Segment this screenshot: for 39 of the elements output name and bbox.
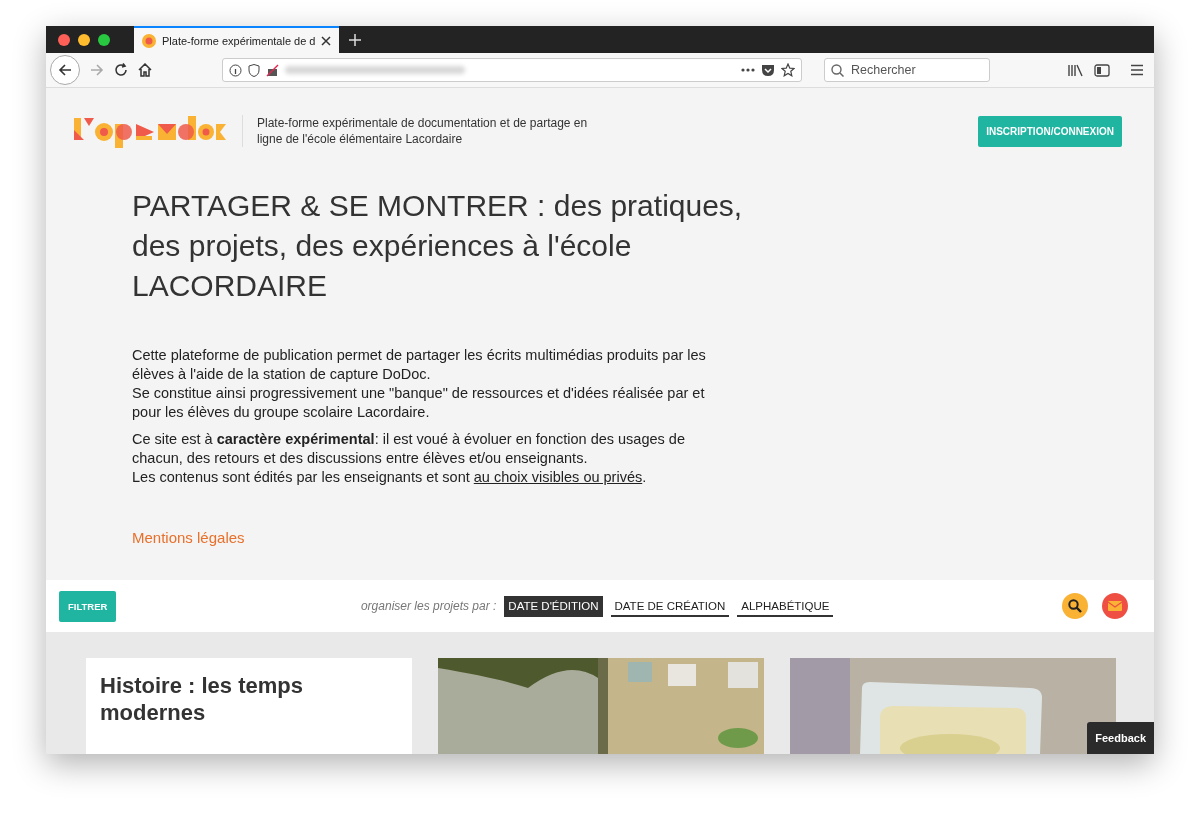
back-arrow-icon (58, 63, 72, 77)
info-icon[interactable] (229, 63, 242, 77)
search-field[interactable]: Rechercher (824, 58, 990, 82)
feedback-button[interactable]: Feedback (1087, 722, 1154, 754)
pocket-icon[interactable] (761, 63, 775, 77)
menu-icon[interactable] (1130, 64, 1144, 76)
library-icon[interactable] (1068, 63, 1084, 77)
sort-option[interactable]: DATE D'ÉDITION (504, 595, 603, 617)
card-title: Histoire : les temps modernes (99, 672, 304, 727)
plus-icon[interactable] (349, 33, 362, 46)
mail-button[interactable] (1102, 593, 1128, 619)
home-icon[interactable] (138, 63, 152, 77)
sort-option[interactable]: DATE DE CRÉATION (610, 595, 730, 617)
paragraph: Se constitue ainsi progressivement une "banque" de ressources et d'idées réalisée par et pour les élèves du groupe scolaire Lacordaire. (132, 384, 706, 422)
favicon-icon (142, 33, 156, 48)
minimize-button[interactable] (78, 33, 90, 46)
site-tagline: Plate-forme expérimentale de documentation et de partage en ligne de l'école élémentaire Lacordaire (242, 115, 607, 147)
paragraph: Les contenus sont édités par les enseignants et sont au choix visibles ou privés. (132, 468, 648, 487)
sort-option[interactable]: ALPHABÉTIQUE (737, 595, 834, 617)
shield-icon[interactable] (248, 63, 260, 77)
sort-label: organiser les projets par : (360, 599, 497, 613)
browser-tab[interactable]: Plate-forme expérimentale de d (134, 26, 340, 53)
zoom-button[interactable] (98, 33, 110, 46)
envelope-icon (1108, 601, 1122, 611)
star-icon[interactable] (781, 63, 795, 77)
back-button[interactable] (50, 55, 80, 85)
paragraph: Cette plateforme de publication permet de partager les écrits multimédias produits par les élèves à l'aide de la station de capture DoDoc. (132, 346, 707, 384)
reload-icon[interactable] (114, 63, 128, 77)
project-card[interactable]: Histoire : les temps modernes (86, 658, 412, 754)
search-icon (1068, 599, 1082, 613)
close-window-button[interactable] (58, 33, 70, 46)
close-icon[interactable] (321, 35, 332, 46)
hero-title: PARTAGER & SE MONTRER : des pratiques, des projets, des expériences à l'école LACORDAIRE (132, 188, 744, 304)
paragraph: Ce site est à caractère expérimental: il est voué à évoluer en fonction des usages de chacun, des retours et des discussions entre élèves et/ou enseignants. (132, 430, 686, 468)
search-button[interactable] (1062, 593, 1088, 619)
search-icon (831, 64, 844, 77)
sidebar-icon[interactable] (1094, 63, 1110, 77)
lock-icon[interactable] (266, 63, 279, 77)
more-icon[interactable] (741, 68, 755, 72)
